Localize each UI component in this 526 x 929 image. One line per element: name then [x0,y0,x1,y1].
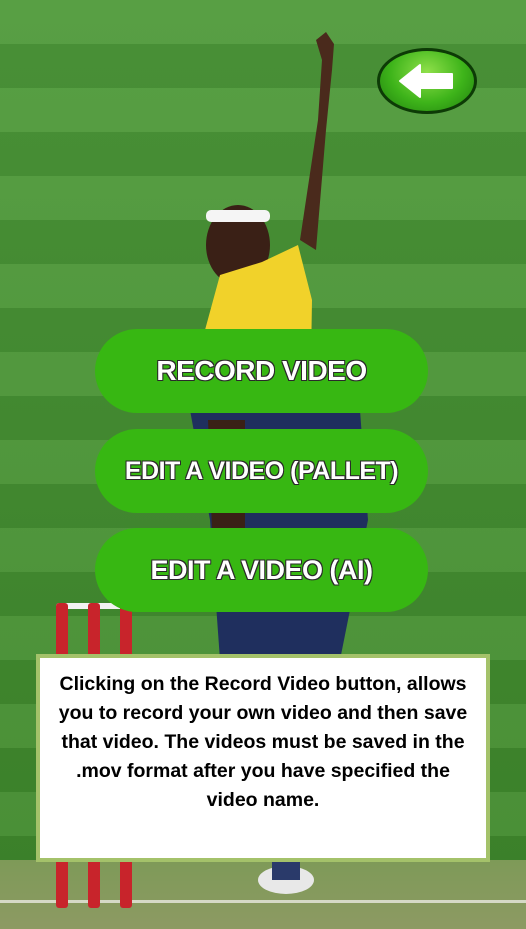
arrow-left-icon [399,64,453,98]
edit-video-pallet-label: EDIT A VIDEO (PALLET) [124,456,399,485]
edit-video-pallet-button[interactable]: EDIT A VIDEO (PALLET) [95,429,428,513]
record-video-button[interactable]: RECORD VIDEO [95,329,428,413]
back-button[interactable] [377,48,477,114]
edit-video-ai-label: EDIT A VIDEO (AI) [150,554,373,585]
edit-video-ai-button[interactable]: EDIT A VIDEO (AI) [95,528,428,612]
info-panel: Clicking on the Record Video button, all… [36,654,490,862]
info-text: Clicking on the Record Video button, all… [58,673,468,811]
record-video-label: RECORD VIDEO [156,355,367,386]
